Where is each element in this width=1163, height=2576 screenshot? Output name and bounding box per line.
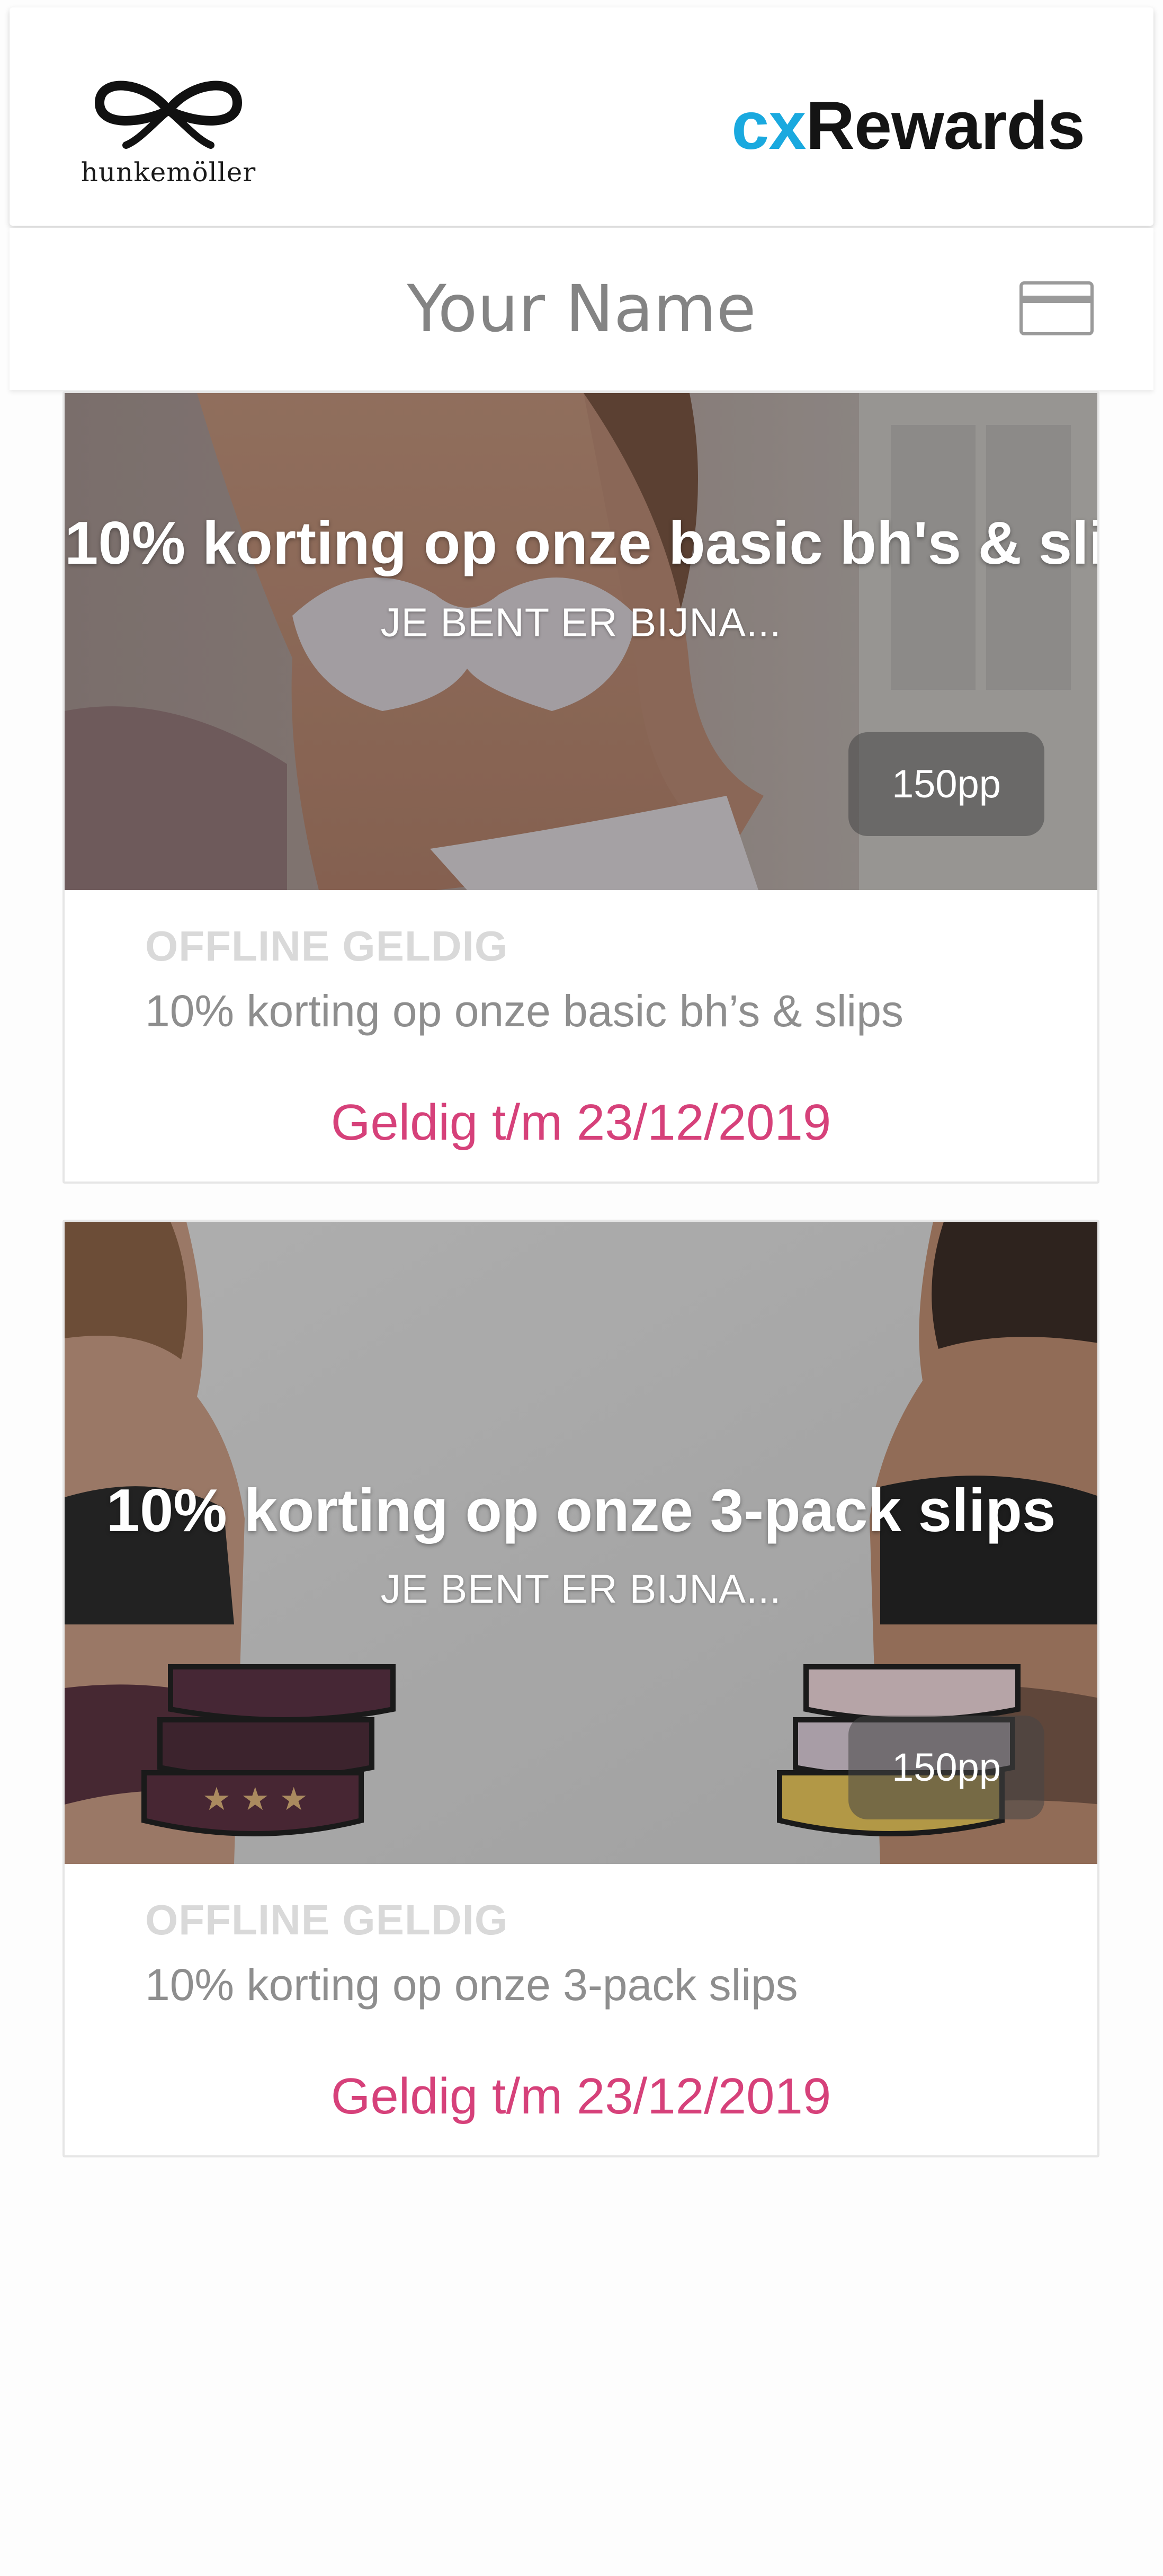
validity-type: OFFLINE GELDIG (145, 922, 508, 970)
reward-description: 10% korting op onze 3-pack slips (145, 1960, 798, 2010)
brand-suffix: Rewards (806, 88, 1085, 164)
reward-image: ★ ★ ★ 10% korting op onze 3-pack slips J… (65, 1222, 1097, 1864)
user-name: Your Name (407, 271, 756, 347)
reward-overlay-subtitle: JE BENT ER BIJNA... (380, 1567, 782, 1612)
reward-image: 10% korting op onze basic bh's & slips J… (65, 393, 1097, 890)
logo-text: hunkemöller (80, 157, 256, 188)
app-header: hunkemöller cxRewards (10, 7, 1153, 226)
app-brand: cxRewards (731, 92, 1085, 160)
reward-description: 10% korting op onze basic bh’s & slips (145, 986, 903, 1036)
reward-expiry: Geldig t/m 23/12/2019 (330, 2068, 831, 2125)
points-badge: 150pp (848, 1716, 1044, 1819)
reward-info: OFFLINE GELDIG 10% korting op onze 3-pac… (65, 1864, 1097, 2155)
reward-card[interactable]: ★ ★ ★ 10% korting op onze 3-pack slips J… (62, 1220, 1099, 2157)
bow-logo-icon (95, 81, 242, 149)
user-bar: Your Name (10, 228, 1153, 390)
brand-logo[interactable]: hunkemöller (73, 71, 264, 198)
validity-type: OFFLINE GELDIG (145, 1896, 508, 1943)
points-badge: 150pp (848, 732, 1044, 836)
credit-card-icon[interactable] (1019, 281, 1094, 336)
reward-overlay-title: 10% korting op onze 3-pack slips (106, 1477, 1056, 1544)
brand-prefix: cx (731, 88, 806, 164)
reward-overlay-title: 10% korting op onze basic bh's & slips (65, 510, 1097, 577)
reward-overlay-subtitle: JE BENT ER BIJNA... (380, 600, 782, 645)
reward-card[interactable]: 10% korting op onze basic bh's & slips J… (62, 391, 1099, 1184)
reward-expiry: Geldig t/m 23/12/2019 (330, 1094, 831, 1151)
reward-info: OFFLINE GELDIG 10% korting op onze basic… (65, 890, 1097, 1182)
